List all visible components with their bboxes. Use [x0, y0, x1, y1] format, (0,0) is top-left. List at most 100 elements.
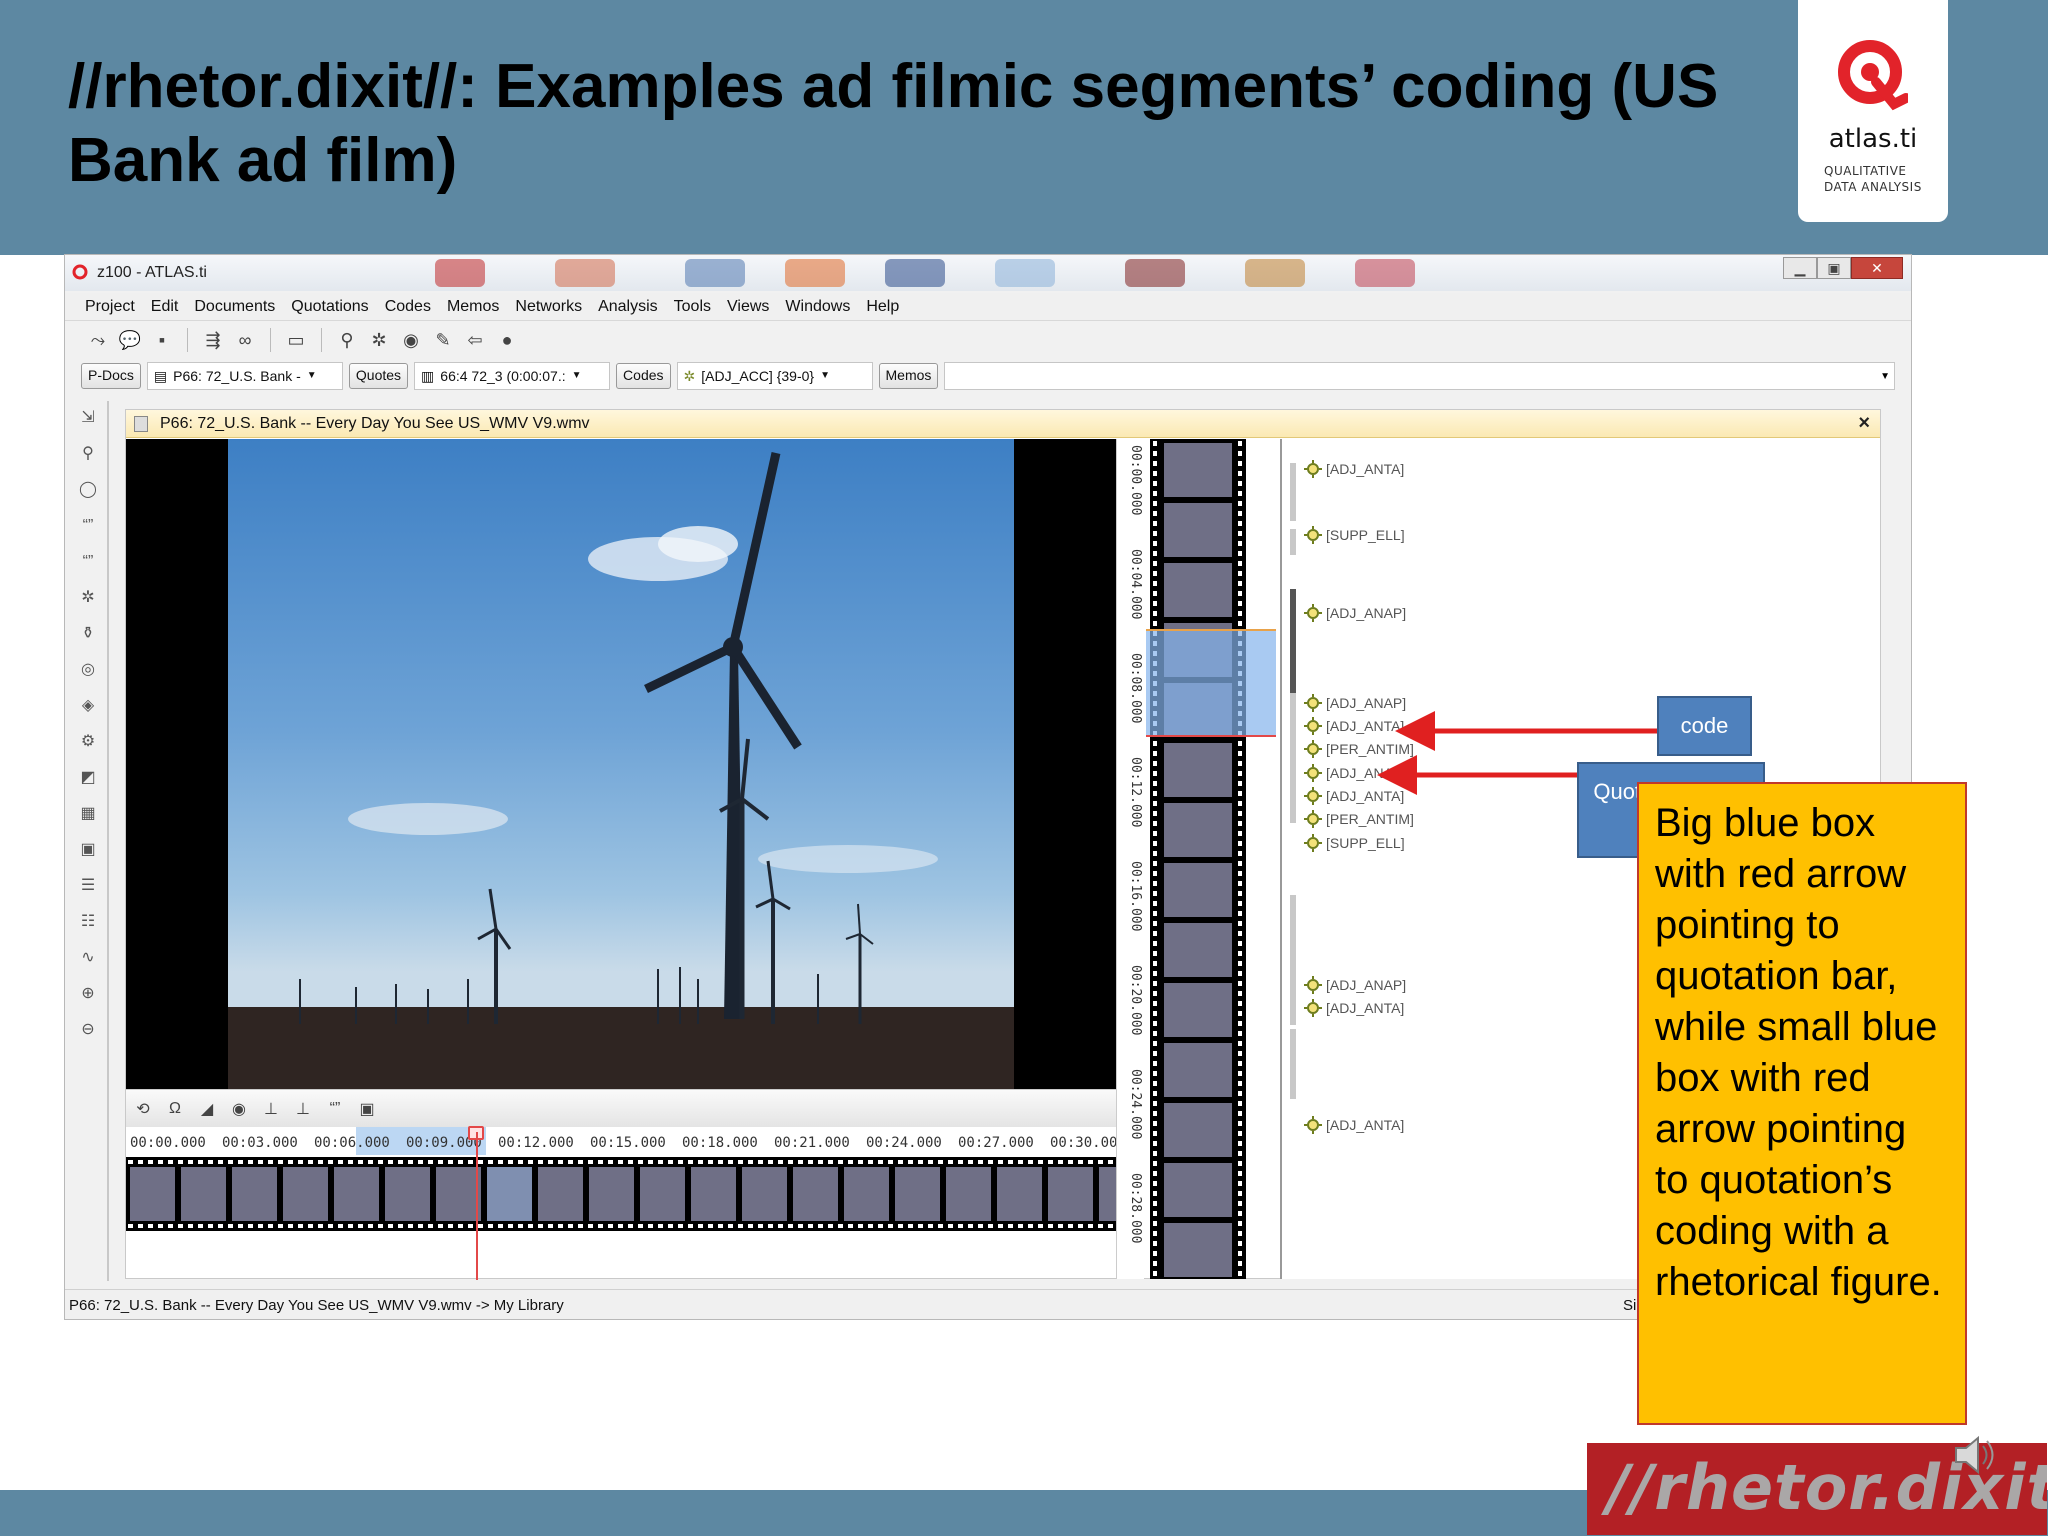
film-sprocket — [1238, 1131, 1242, 1136]
quotation-bar[interactable] — [1290, 1029, 1296, 1099]
pdocs-dropdown-value: P66: 72_U.S. Bank - — [173, 368, 301, 384]
film-sprocket — [1238, 1251, 1242, 1256]
marker-end-icon[interactable]: ⊥ — [292, 1099, 314, 1119]
close-icon[interactable]: × — [1858, 412, 1870, 435]
film-sprocket — [718, 1224, 723, 1228]
quotation-bar[interactable] — [1290, 463, 1296, 521]
close-button[interactable]: ✕ — [1851, 257, 1903, 279]
code-item[interactable]: [SUPP_ELL] — [1304, 526, 1405, 544]
select-tool-icon[interactable]: ⇲ — [75, 405, 101, 431]
quote-edit-icon[interactable]: “” — [75, 549, 101, 575]
codes-dropdown[interactable]: ✲ [ADJ_ACC] {39-0} ▼ — [676, 362, 873, 390]
comment-icon[interactable]: 💬 — [117, 327, 143, 353]
audio-icon[interactable]: ∿ — [75, 945, 101, 971]
menu-tools[interactable]: Tools — [666, 293, 719, 320]
film-sprocket — [128, 1160, 133, 1164]
quote-icon[interactable]: “” — [75, 513, 101, 539]
code-item[interactable]: [PER_ANTIM] — [1304, 810, 1414, 828]
list-alt-icon[interactable]: ☷ — [75, 909, 101, 935]
code-list-icon[interactable]: ⚱ — [75, 621, 101, 647]
video-player[interactable] — [126, 439, 1116, 1089]
film-sprocket — [1153, 1111, 1157, 1116]
selected-segment[interactable] — [1146, 629, 1276, 737]
menu-edit[interactable]: Edit — [143, 293, 187, 320]
memos-dropdown[interactable]: ▼ — [944, 362, 1895, 390]
margin-icon[interactable]: ▦ — [75, 801, 101, 827]
film-frame — [1164, 563, 1232, 617]
search-icon[interactable]: ⚲ — [75, 441, 101, 467]
vertical-filmstrip[interactable] — [1150, 439, 1246, 1279]
horizontal-timeline[interactable]: 00:00.000 00:03.000 00:06.000 00:09.000 … — [126, 1127, 1116, 1155]
menu-analysis[interactable]: Analysis — [590, 293, 666, 320]
horizontal-filmstrip[interactable] — [126, 1157, 1116, 1231]
code-item[interactable]: [SUPP_ELL] — [1304, 834, 1405, 852]
www-icon[interactable]: ◉ — [398, 327, 424, 353]
code-item[interactable]: [ADJ_ANAP] — [1304, 976, 1406, 994]
save-icon[interactable]: ▪ — [149, 327, 175, 353]
quotation-bar[interactable] — [1290, 529, 1296, 555]
film-sprocket — [1238, 781, 1242, 786]
menu-codes[interactable]: Codes — [377, 293, 439, 320]
network-icon[interactable]: ⤳ — [85, 327, 111, 353]
pdocs-button[interactable]: P-Docs — [81, 363, 141, 389]
open-folder-icon[interactable]: ▭ — [283, 327, 309, 353]
film-sprocket — [478, 1160, 483, 1164]
binoculars-icon[interactable]: ∞ — [232, 327, 258, 353]
menu-documents[interactable]: Documents — [186, 293, 283, 320]
bomb-icon[interactable]: ● — [494, 327, 520, 353]
code-link-icon[interactable]: ◎ — [75, 657, 101, 683]
codes-icon[interactable]: ✲ — [366, 327, 392, 353]
margin-toggle-icon[interactable]: ▣ — [75, 837, 101, 863]
query-tool-icon[interactable]: ⚲ — [334, 327, 360, 353]
status-bar: P66: 72_U.S. Bank -- Every Day You See U… — [65, 1289, 1911, 1319]
pdocs-dropdown[interactable]: ▤ P66: 72_U.S. Bank - ▼ — [146, 362, 343, 390]
speaker-icon[interactable] — [1950, 1432, 2000, 1478]
code-tool-icon[interactable]: ✲ — [75, 585, 101, 611]
list-icon[interactable]: ☰ — [75, 873, 101, 899]
minimize-button[interactable]: ▁ — [1783, 257, 1817, 279]
menu-networks[interactable]: Networks — [507, 293, 590, 320]
quotes-button[interactable]: Quotes — [348, 363, 409, 389]
menu-quotations[interactable]: Quotations — [283, 293, 376, 320]
headphones-icon[interactable]: Ω — [164, 1100, 186, 1118]
maximize-button[interactable]: ▣ — [1817, 257, 1851, 279]
menu-views[interactable]: Views — [719, 293, 777, 320]
back-arrow-icon[interactable]: ⇦ — [462, 327, 488, 353]
film-sprocket — [668, 1224, 673, 1228]
eraser-icon[interactable]: ◩ — [75, 765, 101, 791]
export-icon[interactable]: ⇶ — [200, 327, 226, 353]
quotation-bar[interactable] — [1290, 589, 1296, 693]
code-item[interactable]: [ADJ_ANAP] — [1304, 604, 1406, 622]
quotation-bar[interactable] — [1290, 895, 1296, 1025]
menu-project[interactable]: Project — [77, 293, 143, 320]
code-drop-icon[interactable]: ◈ — [75, 693, 101, 719]
zoom-out-icon[interactable]: ⊖ — [75, 1017, 101, 1043]
menu-memos[interactable]: Memos — [439, 293, 507, 320]
quotation-bar[interactable] — [1290, 693, 1296, 823]
loop-icon[interactable]: ⟲ — [132, 1099, 154, 1119]
film-sprocket — [1238, 991, 1242, 996]
codes-button[interactable]: Codes — [616, 363, 671, 389]
comment-icon[interactable]: ◯ — [75, 477, 101, 503]
film-sprocket — [568, 1224, 573, 1228]
snapshot-icon[interactable]: ▣ — [356, 1099, 378, 1119]
playhead[interactable] — [476, 1132, 478, 1280]
memos-button[interactable]: Memos — [878, 363, 939, 389]
gear-icon[interactable]: ⚙ — [75, 729, 101, 755]
pen-icon[interactable]: ✎ — [430, 327, 456, 353]
code-item[interactable]: [ADJ_ANTA] — [1304, 460, 1404, 478]
quote-icon[interactable]: “” — [324, 1100, 346, 1118]
film-sprocket — [1038, 1160, 1043, 1164]
code-label: [ADJ_ANTA] — [1326, 1000, 1405, 1016]
film-sprocket — [628, 1224, 633, 1228]
code-item[interactable]: [ADJ_ANTA] — [1304, 1116, 1404, 1134]
zoom-in-icon[interactable]: ⊕ — [75, 981, 101, 1007]
menu-help[interactable]: Help — [858, 293, 907, 320]
menu-windows[interactable]: Windows — [777, 293, 858, 320]
vertical-timeline[interactable]: 00:00.000 00:04.000 00:08.000 00:12.000 … — [1116, 439, 1144, 1279]
speed-icon[interactable]: ◉ — [228, 1099, 250, 1119]
code-item[interactable]: [ADJ_ANTA] — [1304, 999, 1404, 1017]
volume-icon[interactable]: ◢ — [196, 1099, 218, 1119]
marker-start-icon[interactable]: ⊥ — [260, 1099, 282, 1119]
quotes-dropdown[interactable]: ▥ 66:4 72_3 (0:00:07.: ▼ — [414, 362, 611, 390]
